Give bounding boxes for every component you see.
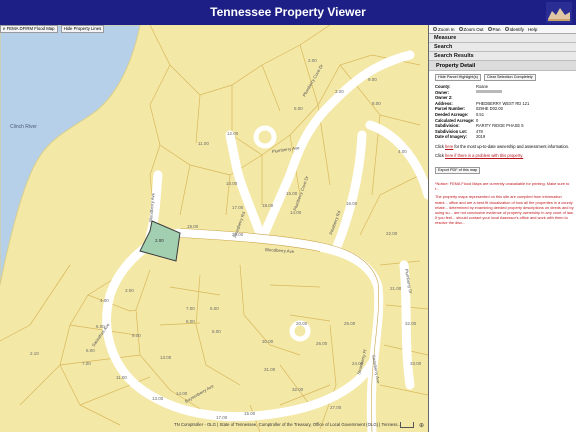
search-section[interactable]: Search [429,43,576,52]
svg-text:31.00: 31.00 [264,367,276,372]
svg-text:11.00: 11.00 [116,375,127,380]
ownership-info-link[interactable]: here [445,144,453,149]
svg-text:17.00: 17.00 [216,415,228,420]
flood-map-notice: *Notice: FEMA Flood Maps are currently u… [435,180,570,192]
svg-text:Boysenberry Ave: Boysenberry Ave [184,383,215,404]
svg-text:22.00: 22.00 [386,231,398,236]
help-tool[interactable]: Help [528,27,537,32]
map-zoom-icon[interactable]: ⊕ [419,422,424,429]
detail-buttons: Hide Parcel Highlight(s) Clear Selection… [429,71,576,81]
disclaimer-notice: *Notice: FEMA Flood Maps are currently u… [429,176,576,226]
svg-text:21.00: 21.00 [390,286,402,291]
svg-text:10.00: 10.00 [226,181,238,186]
svg-text:3.00: 3.00 [125,288,134,293]
svg-text:15.00: 15.00 [244,411,256,416]
svg-text:8.00: 8.00 [186,319,195,324]
app-header: Tennessee Property Viewer [0,0,576,25]
svg-text:2.00: 2.00 [308,58,317,63]
pan-icon [487,27,492,31]
svg-text:19.00: 19.00 [187,224,199,229]
svg-text:16.00: 16.00 [346,201,358,206]
svg-text:2.10: 2.10 [30,351,39,356]
side-panel: Zoom In Zoom Out Pan Identify Help Measu… [428,25,576,432]
svg-text:9.00: 9.00 [132,333,141,338]
svg-text:5.00: 5.00 [210,306,219,311]
redacted-value [476,89,502,93]
clear-selection-button[interactable]: Clear Selection Completely [483,74,536,81]
report-problem-link-row: Click here if there is a problem with th… [435,152,524,158]
svg-text:12.00: 12.00 [227,131,239,136]
map-attribution: TN Comptroller - OLG | State of Tennesse… [174,422,402,427]
cul-de-sac [253,125,277,149]
scale-bar [400,422,414,428]
map-toolbar: e FEMA DFIRM Flood Map Hide Property Lin… [0,25,105,34]
svg-text:6.00: 6.00 [86,348,95,353]
measure-section[interactable]: Measure [429,34,576,43]
selected-lot-label: 2.00 [155,238,164,243]
svg-text:11.00: 11.00 [198,141,209,146]
zoom-out-tool[interactable]: Zoom Out [458,27,484,32]
property-map-disclaimer: The property maps represented on this si… [435,194,574,226]
svg-text:Plumberry Cove Dr: Plumberry Cove Dr [302,63,325,98]
zoom-in-icon [433,27,437,31]
ownership-info-link-row: Click here for the most up-to-date owner… [435,143,570,149]
svg-text:6.00: 6.00 [212,329,221,334]
river-label: Clinch River [10,124,37,130]
svg-text:20.00: 20.00 [296,321,308,326]
svg-text:3.00: 3.00 [335,89,344,94]
app-title: Tennessee Property Viewer [210,5,366,19]
export-pdf-button[interactable]: Export PDF of this map [435,166,481,174]
svg-text:4.00: 4.00 [398,149,407,154]
svg-text:18.00: 18.00 [262,203,274,208]
svg-text:32.00: 32.00 [405,321,417,326]
tennessee-seal-logo [546,2,572,23]
svg-text:7.00: 7.00 [82,361,91,366]
parcel-map: 2.00 3.00 9.00 12.00 11.00 10.00 15.00 14.00 1… [0,25,428,432]
svg-text:15.00: 15.00 [286,191,298,196]
map-view[interactable]: e FEMA DFIRM Flood Map Hide Property Lin… [0,25,428,432]
flood-map-toggle-button[interactable]: e FEMA DFIRM Flood Map [0,25,58,33]
svg-text:25.00: 25.00 [344,321,356,326]
svg-text:7.00: 7.00 [186,306,195,311]
svg-text:4.00: 4.00 [100,298,109,303]
pan-tool[interactable]: Pan [487,27,501,32]
hide-property-lines-button[interactable]: Hide Property Lines [60,25,105,33]
svg-text:26.00: 26.00 [316,341,328,346]
svg-text:9.00: 9.00 [368,77,377,82]
svg-text:27.00: 27.00 [330,405,342,410]
search-results-section[interactable]: Search Results [429,52,576,61]
zoom-out-icon [458,27,463,31]
panel-toolbar: Zoom In Zoom Out Pan Identify Help [429,25,576,34]
river-water [0,25,141,286]
identify-icon [504,27,509,31]
svg-text:17.00: 17.00 [232,205,244,210]
hide-parcel-highlight-button[interactable]: Hide Parcel Highlight(s) [435,74,481,81]
svg-text:30.00: 30.00 [262,339,274,344]
zoom-in-tool[interactable]: Zoom In [433,27,455,32]
svg-text:13.00: 13.00 [160,355,172,360]
svg-text:32.00: 32.00 [292,387,304,392]
svg-text:13.00: 13.00 [152,396,164,401]
svg-text:33.00: 33.00 [410,361,422,366]
identify-tool[interactable]: Identify [504,27,524,32]
property-fields: County: Roane Owner: Owner 2: Address: PHE… [429,81,576,140]
property-detail-heading[interactable]: Property Detail [429,61,576,71]
svg-text:8.00: 8.00 [372,101,381,106]
svg-text:Bloodberry Ave: Bloodberry Ave [265,247,295,254]
report-problem-link[interactable]: here if there is a problem with this pro… [445,153,523,158]
svg-text:5.00: 5.00 [294,106,303,111]
svg-text:14.00: 14.00 [176,391,188,396]
